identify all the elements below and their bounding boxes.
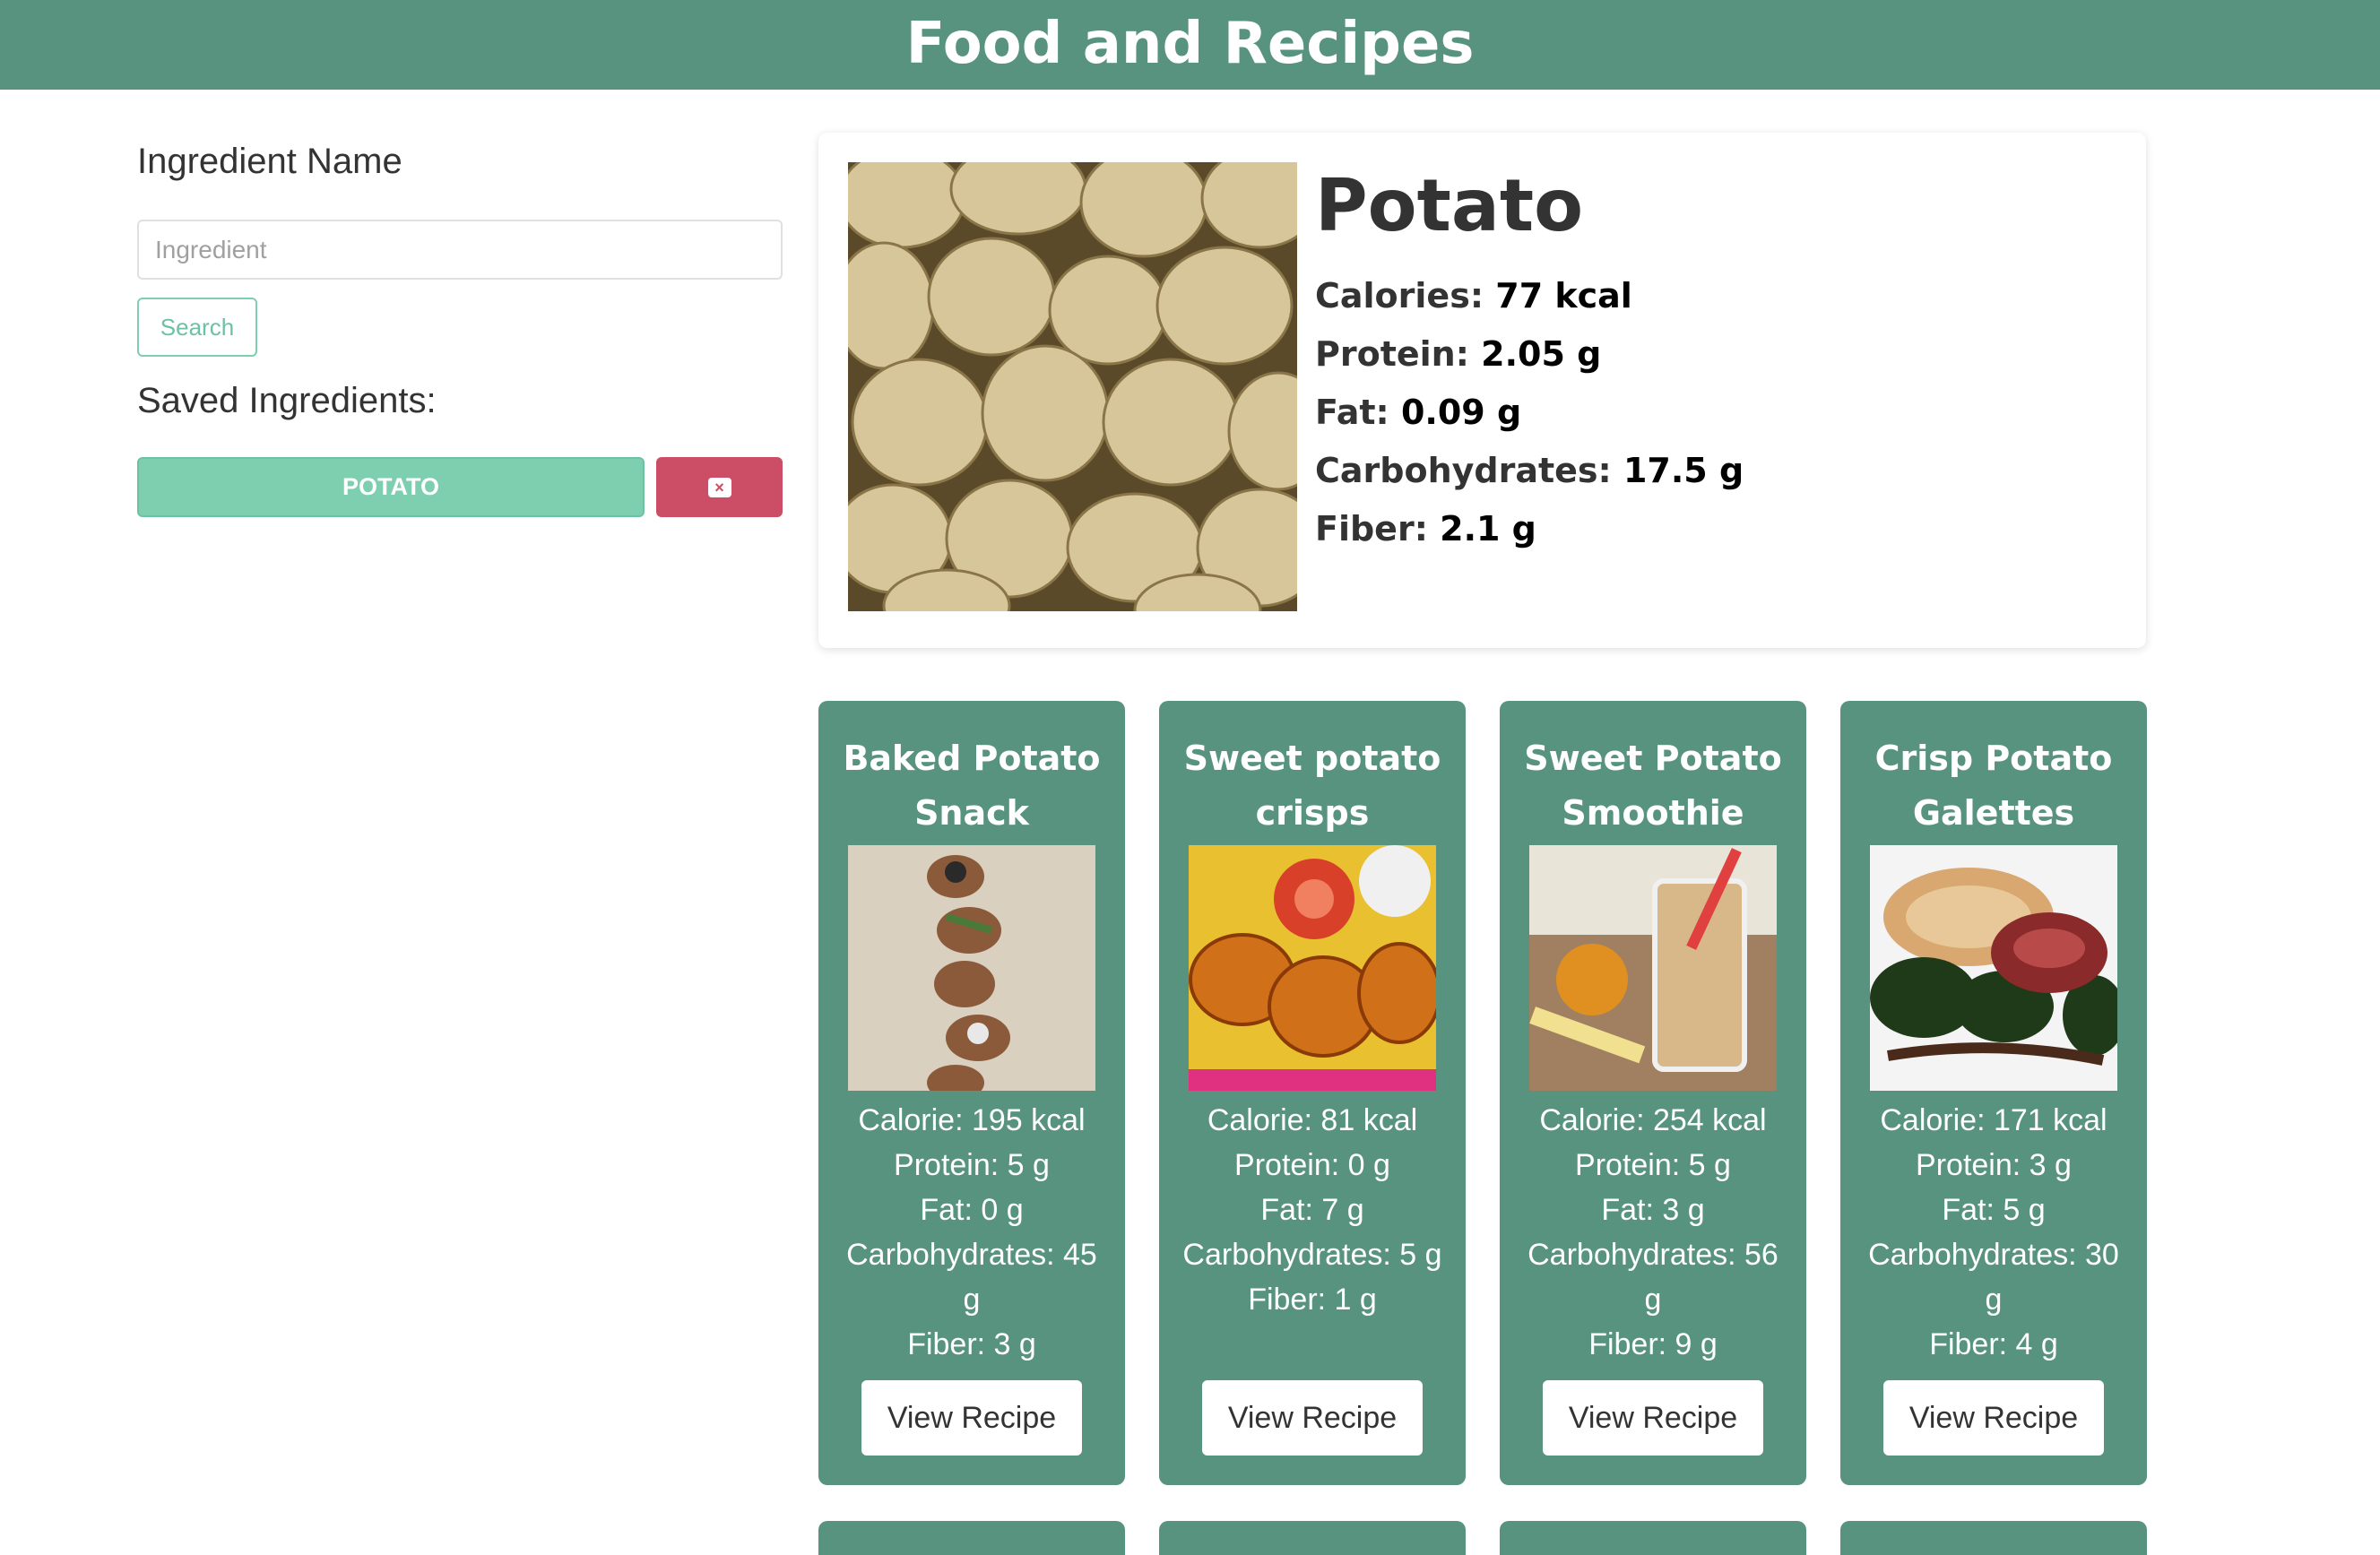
nutrient-carbohydrates: Carbohydrates: 17.5 g [1315,451,1744,490]
ingredient-input[interactable] [137,220,783,280]
recipe-stats: Calorie: 81 kcal Protein: 0 g Fat: 7 g C… [1182,1103,1442,1317]
nutrient-fiber: Fiber: 2.1 g [1315,509,1536,549]
recipe-title: Crisp Potato Galettes [1874,739,2113,833]
recipe-stats: Calorie: 195 kcal Protein: 5 g Fat: 0 g … [846,1103,1097,1361]
recipe-title: Sweet potato crisps [1183,739,1441,833]
recipe-image [848,845,1095,1091]
recipe-title: Baked Potato Snack [843,739,1101,833]
recipe-stats: Calorie: 254 kcal Protein: 5 g Fat: 3 g … [1528,1103,1779,1361]
recipe-stats: Calorie: 171 kcal Protein: 3 g Fat: 5 g … [1868,1103,2119,1361]
recipe-image [1529,845,1777,1091]
view-recipe-button[interactable]: View Recipe [861,1380,1082,1456]
nutrient-protein: Protein: 2.05 g [1315,334,1602,374]
recipe-card-partial [818,1521,1125,1555]
recipe-card: Sweet Potato Smoothie Calorie: 254 kcal … [1500,701,1806,1485]
delete-saved-ingredient-button[interactable]: × [656,457,783,517]
ingredient-info-card: Potato Calories: 77 kcal Protein: 2.05 g… [818,133,2146,648]
recipe-card: Sweet potato crisps Calorie: 81 kcal Pro… [1159,701,1466,1485]
nutrient-fat: Fat: 0.09 g [1315,393,1522,432]
recipe-title: Sweet Potato Smoothie [1524,739,1782,833]
view-recipe-button[interactable]: View Recipe [1202,1380,1423,1456]
close-icon: × [707,477,731,497]
recipe-card-partial [1500,1521,1806,1555]
ingredient-title: Potato [1315,164,1584,247]
recipe-card: Crisp Potato Galettes Calorie: 171 kcal … [1840,701,2147,1485]
view-recipe-button[interactable]: View Recipe [1883,1380,2104,1456]
top-bar: Food and Recipes [0,0,2380,90]
view-recipe-button[interactable]: View Recipe [1543,1380,1763,1456]
recipe-image [1870,845,2117,1091]
saved-ingredients-label: Saved Ingredients: [137,381,437,420]
recipe-card-partial [1159,1521,1466,1555]
potato-image [848,162,1297,611]
recipe-card: Baked Potato Snack Calorie: 195 kcal Pro… [818,701,1125,1485]
recipe-card-partial [1840,1521,2147,1555]
recipe-image [1189,845,1436,1091]
saved-ingredient-potato[interactable]: POTATO [137,457,645,517]
ingredient-name-label: Ingredient Name [137,142,402,181]
search-button[interactable]: Search [137,298,257,357]
app-title: Food and Recipes [905,11,1475,77]
nutrient-calories: Calories: 77 kcal [1315,276,1632,315]
